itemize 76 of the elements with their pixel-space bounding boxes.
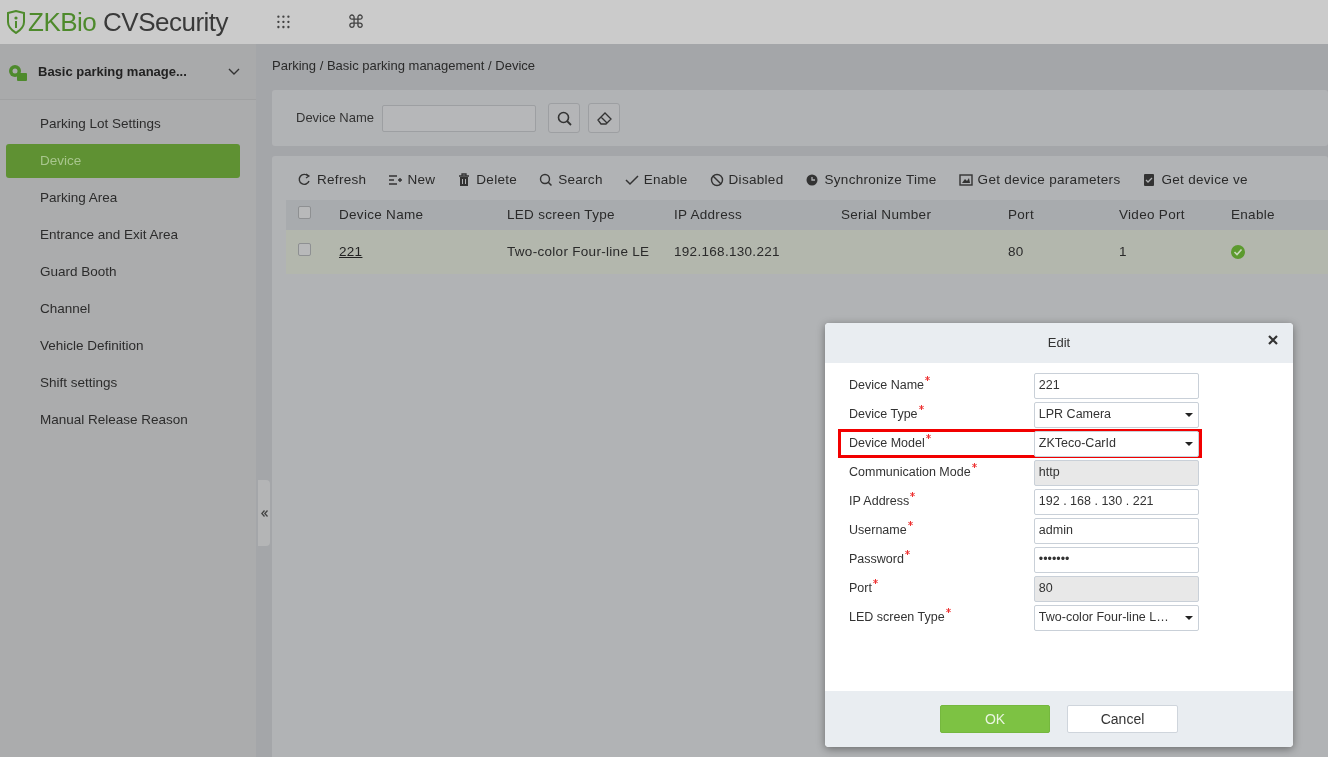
toolbar-button[interactable]: Get device ve [1142,170,1248,190]
shield-icon [6,10,26,34]
toolbar-button[interactable]: Get device parameters [958,170,1121,190]
breadcrumb: Parking / Basic parking management / Device [272,57,536,75]
toolbar-button[interactable]: New [388,170,436,190]
sidebar-item[interactable]: Parking Lot Settings [6,107,240,141]
eraser-icon [596,111,612,125]
table-cell: 192.168.130.221 [674,243,780,259]
clear-button[interactable] [588,103,621,133]
table-cell: 1 [1119,243,1127,259]
toolbar-button[interactable]: Search [539,170,603,190]
refresh-icon [298,173,312,187]
field-label: Device Type [849,406,918,424]
add-list-icon [388,173,403,187]
select-all-checkbox[interactable] [298,205,311,219]
caret-icon [1184,440,1194,447]
check-icon [624,173,639,187]
select-field[interactable]: ZKTeco-CarId [1033,430,1199,457]
field-label: Port [849,580,872,598]
sidebar-item[interactable]: Entrance and Exit Area [6,218,240,252]
caret-icon [1184,614,1194,621]
input-field[interactable]: 221 [1033,372,1199,399]
input-field[interactable]: admin [1033,517,1199,544]
trash-icon [457,173,472,187]
app-logo: ZKBio CVSecurity [6,2,229,42]
close-icon [1267,334,1279,346]
device-link[interactable]: 221 [339,243,363,259]
clock-icon [805,173,820,187]
search-icon [556,110,572,126]
field-label: Device Name [296,109,375,128]
caret-icon [1184,411,1194,418]
column-header: IP Address [674,206,743,222]
sidebar-item[interactable]: Guard Booth [6,255,240,289]
sidebar-item[interactable]: Channel [6,292,240,326]
input-field[interactable]: 80 [1033,575,1199,602]
field-label: Communication Mode [849,464,971,482]
toolbar-button[interactable]: Refresh [298,170,367,190]
field-label: LED screen Type [849,609,945,627]
image-icon [958,173,973,187]
column-header: LED screen Type [507,206,615,222]
toolbar-button[interactable]: Enable [624,170,688,190]
column-header: Port [1008,206,1034,222]
double-chevron-icon [260,509,268,517]
column-header: Device Name [339,206,424,222]
sidebar-item[interactable]: Parking Area [6,181,240,215]
field-label: Username [849,522,907,540]
column-header: Video Port [1119,206,1185,222]
table-cell: Two-color Four-line LE [507,243,650,259]
cancel-button[interactable]: Cancel [1067,705,1178,733]
column-header: Serial Number [841,206,932,222]
prohibited-icon [709,173,724,187]
input-field[interactable]: ••••••• [1033,546,1199,573]
select-field[interactable]: LPR Camera [1033,401,1199,428]
sidebar-item[interactable]: Manual Release Reason [6,403,240,437]
toolbar-button[interactable]: Synchronize Time [805,170,937,190]
device-name-field[interactable] [382,104,537,132]
dialog-title: Edit [1047,334,1071,353]
search-icon [539,173,554,187]
input-field[interactable]: http [1033,459,1199,486]
field-label: Device Name [849,377,925,395]
ip-address-field[interactable]: 192 . 168 . 130 . 221 [1033,488,1199,515]
row-checkbox[interactable] [298,242,311,256]
sidebar-item[interactable]: Shift settings [6,366,240,400]
toolbar-button[interactable]: Delete [457,170,518,190]
menu-group-label: Basic parking manage... [38,62,188,81]
toolbar-button[interactable]: Disabled [709,170,784,190]
select-field[interactable]: Two-color Four-line L… [1033,604,1199,631]
column-header: Enable [1231,206,1275,222]
collapse-handle[interactable] [258,480,270,546]
field-label: Password [849,551,904,569]
sidebar-item[interactable]: Vehicle Definition [6,329,240,363]
search-button[interactable] [548,103,581,133]
document-icon [1142,173,1157,187]
field-label: Device Model [849,435,925,453]
table-cell: 80 [1008,243,1024,259]
field-label: IP Address [849,493,910,511]
